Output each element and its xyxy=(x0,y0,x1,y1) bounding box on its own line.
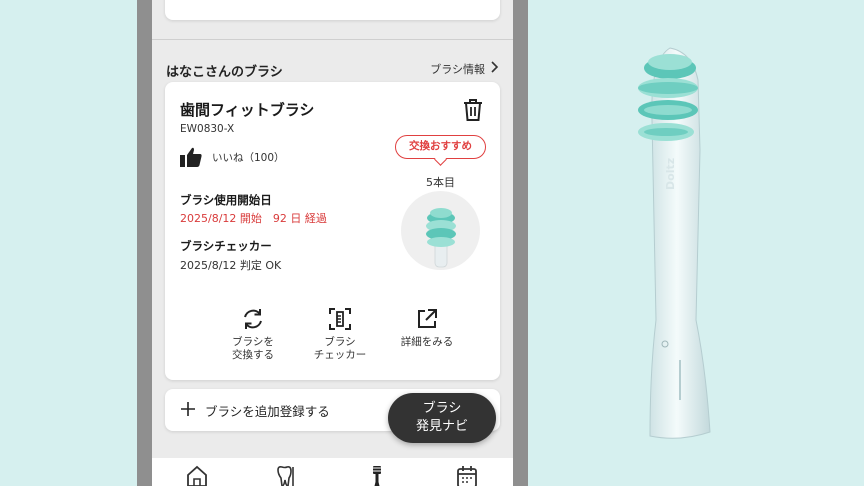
action-row: ブラシを 交換する ブラシ チェッカー 詳細をみる xyxy=(210,306,470,366)
add-brush-label: ブラシを追加登録する xyxy=(205,403,330,419)
start-date-label: ブラシ使用開始日 xyxy=(180,193,272,207)
section-title: はなこさんのブラシ xyxy=(166,65,283,80)
divider xyxy=(152,39,513,40)
trash-icon[interactable] xyxy=(462,98,484,122)
brush-info-link[interactable]: ブラシ情報 xyxy=(430,61,499,77)
view-details-label: 詳細をみる xyxy=(400,336,454,348)
calendar-icon[interactable] xyxy=(455,464,479,486)
toothbrush-icon[interactable] xyxy=(365,464,389,486)
checker-label: ブラシチェッカー xyxy=(180,239,272,253)
brush-count: 5本目 xyxy=(426,176,455,189)
brush-name: 歯間フィットブラシ xyxy=(180,101,315,119)
home-icon[interactable] xyxy=(185,464,209,486)
replace-recommend-badge: 交換おすすめ xyxy=(395,135,486,159)
brand-lettering: Doltz xyxy=(664,158,677,190)
brush-finder-fab[interactable]: ブラシ 発見ナビ xyxy=(388,393,496,443)
brush-card: 歯間フィットブラシ EW0830-X いいね（100） 交換おすすめ 5本目 ブ… xyxy=(165,82,500,380)
checker-value: 2025/8/12 判定 OK xyxy=(180,259,282,272)
thumbs-up-icon xyxy=(180,147,202,167)
plus-icon xyxy=(181,400,195,421)
app-screen: はなこさんのブラシ ブラシ情報 歯間フィットブラシ EW0830-X いいね（1… xyxy=(152,0,513,486)
refresh-icon xyxy=(210,306,296,332)
phone-frame: はなこさんのブラシ ブラシ情報 歯間フィットブラシ EW0830-X いいね（1… xyxy=(137,0,528,486)
toothbrush-head-product-image: Doltz xyxy=(610,40,730,450)
tab-bar xyxy=(152,458,513,486)
external-link-icon xyxy=(384,306,470,332)
brush-checker-label: ブラシ チェッカー xyxy=(313,336,367,361)
brush-info-label: ブラシ情報 xyxy=(430,63,485,76)
replace-brush-button[interactable]: ブラシを 交換する xyxy=(210,306,296,362)
previous-card xyxy=(165,0,500,20)
scan-icon xyxy=(297,306,383,332)
start-date-value: 2025/8/12 開始 92 日 経過 xyxy=(180,212,327,225)
view-details-button[interactable]: 詳細をみる xyxy=(384,306,470,349)
dental-care-icon[interactable] xyxy=(274,464,298,486)
like-count: いいね（100） xyxy=(212,151,285,164)
brush-checker-button[interactable]: ブラシ チェッカー xyxy=(297,306,383,362)
chevron-right-icon xyxy=(491,61,499,77)
brush-head-thumbnail xyxy=(401,191,480,270)
replace-brush-label: ブラシを 交換する xyxy=(232,336,274,361)
brush-model: EW0830-X xyxy=(180,123,235,135)
like-button[interactable]: いいね（100） xyxy=(180,147,285,167)
svg-text:Doltz: Doltz xyxy=(664,158,677,190)
